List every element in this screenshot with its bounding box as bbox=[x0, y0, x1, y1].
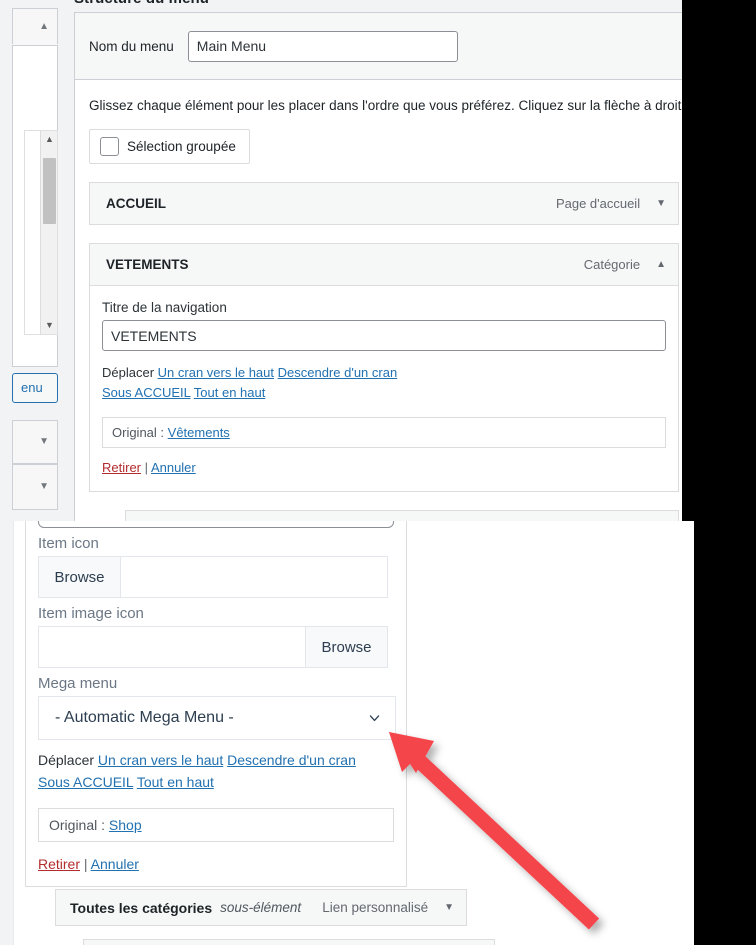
menu-name-input[interactable] bbox=[187, 30, 458, 62]
item-icon-value-field[interactable] bbox=[121, 557, 387, 597]
scrollbar-thumb[interactable] bbox=[43, 158, 56, 224]
menu-item-vetements-header[interactable]: VETEMENTS Catégorie ▲ bbox=[90, 244, 678, 285]
original-link-box: Original : Vêtements bbox=[102, 417, 666, 449]
item-image-icon-field-group[interactable]: Browse bbox=[38, 626, 388, 668]
nav-label-input[interactable] bbox=[102, 320, 666, 351]
rail-metabox-3-header[interactable]: ▼ bbox=[13, 465, 57, 509]
menu-item-toutes-les-categories[interactable]: Toutes les catégories sous-élément Lien … bbox=[55, 889, 467, 926]
move-up-link[interactable]: Un cran vers le haut bbox=[98, 752, 223, 768]
menu-item-title: VETEMENTS bbox=[106, 257, 189, 272]
remove-item-link[interactable]: Retirer bbox=[38, 856, 80, 872]
move-to-top-link[interactable]: Tout en haut bbox=[194, 385, 266, 400]
menu-item-accessoires[interactable]: ACCESSOIRES sous-élément Catégorie ▼ bbox=[125, 510, 679, 521]
menu-name-row: Nom du menu bbox=[75, 13, 682, 80]
menu-item-sub-label: sous-élément bbox=[220, 900, 302, 915]
cancel-edit-link[interactable]: Annuler bbox=[151, 460, 196, 475]
original-link[interactable]: Shop bbox=[109, 817, 142, 833]
actions-separator: | bbox=[144, 460, 149, 476]
item-image-icon-browse-button[interactable]: Browse bbox=[305, 627, 387, 667]
original-link[interactable]: Vêtements bbox=[168, 425, 230, 440]
bulk-select-label: Sélection groupée bbox=[127, 139, 236, 154]
cancel-edit-link[interactable]: Annuler bbox=[91, 856, 139, 872]
move-down-link[interactable]: Descendre d'un cran bbox=[227, 752, 356, 768]
item-icon-field-group[interactable]: Browse bbox=[38, 556, 388, 598]
drag-instructions-text: Glissez chaque élément pour les placer d… bbox=[89, 98, 682, 113]
original-link-box: Original : Shop bbox=[38, 807, 394, 842]
original-label: Original : bbox=[49, 816, 106, 833]
menu-item-accessoires-header[interactable]: ACCESSOIRES sous-élément Catégorie ▼ bbox=[126, 511, 678, 521]
window-left-gutter bbox=[0, 521, 14, 945]
menu-item-type: Lien personnalisé bbox=[322, 900, 429, 915]
menu-item-title: Toutes les catégories bbox=[70, 899, 213, 916]
chevron-up-icon[interactable]: ▲ bbox=[656, 259, 666, 270]
rail-metabox-2[interactable]: ▼ bbox=[12, 420, 58, 464]
rail-metabox-1-header[interactable]: ▲ bbox=[13, 9, 57, 45]
move-under-link[interactable]: Sous ACCUEIL bbox=[38, 774, 133, 790]
move-up-link[interactable]: Un cran vers le haut bbox=[158, 365, 274, 380]
add-to-menu-button[interactable]: enu bbox=[12, 373, 58, 403]
rail-metabox-3[interactable]: ▼ bbox=[12, 464, 58, 510]
move-prefix-label: Déplacer bbox=[38, 752, 95, 768]
move-prefix-label: Déplacer bbox=[102, 365, 155, 380]
menu-item-accueil[interactable]: ACCUEIL Page d'accueil ▼ bbox=[89, 182, 679, 225]
bulk-select-toggle[interactable]: Sélection groupée bbox=[89, 129, 250, 164]
mega-menu-selected-value: - Automatic Mega Menu - bbox=[55, 709, 234, 726]
bulk-select-checkbox[interactable] bbox=[100, 137, 119, 156]
rail-metabox-1[interactable]: ▲ bbox=[12, 8, 58, 45]
item-actions-row: Retirer | Annuler bbox=[38, 856, 394, 872]
original-label: Original : bbox=[112, 425, 165, 441]
menu-structure-body: Glissez chaque élément pour les placer d… bbox=[75, 80, 682, 521]
menu-name-label: Nom du menu bbox=[89, 38, 174, 54]
wordpress-menus-window: ▲ ▲ ▼ enu ▼ ▼ Structure du menu bbox=[0, 0, 682, 521]
chevron-up-icon: ▲ bbox=[39, 21, 49, 32]
menu-item-type: Catégorie bbox=[583, 257, 641, 272]
move-under-link[interactable]: Sous ACCUEIL bbox=[102, 385, 190, 400]
menu-item-detail-window: Item icon Browse Item image icon Browse … bbox=[0, 521, 694, 945]
chevron-down-icon bbox=[369, 715, 380, 722]
nav-label-field-label: Titre de la navigation bbox=[102, 300, 227, 315]
move-links-row: Déplacer Un cran vers le haut Descendre … bbox=[102, 363, 666, 403]
move-to-top-link[interactable]: Tout en haut bbox=[137, 774, 214, 790]
rail-term-checklist[interactable]: ▲ ▼ bbox=[24, 130, 58, 335]
rail-metabox-2-header[interactable]: ▼ bbox=[13, 421, 57, 463]
menu-item-vetements[interactable]: VETEMENTS Catégorie ▲ Titre de la naviga… bbox=[89, 243, 679, 493]
actions-separator: | bbox=[83, 855, 88, 872]
menu-item-vetements-body: Titre de la navigation Déplacer Un cran … bbox=[90, 285, 678, 492]
scroll-down-icon[interactable]: ▼ bbox=[41, 317, 58, 334]
menu-structure-panel: Nom du menu Glissez chaque élément pour … bbox=[74, 12, 682, 521]
scroll-up-icon[interactable]: ▲ bbox=[41, 131, 58, 148]
chevron-down-icon: ▼ bbox=[39, 436, 49, 447]
chevron-down-icon: ▼ bbox=[39, 481, 49, 492]
mega-menu-select[interactable]: - Automatic Mega Menu - bbox=[38, 696, 396, 740]
item-actions-row: Retirer | Annuler bbox=[102, 460, 666, 475]
menu-item-accueil-header[interactable]: ACCUEIL Page d'accueil ▼ bbox=[90, 183, 678, 224]
mega-menu-label: Mega menu bbox=[38, 675, 118, 692]
item-icon-label: Item icon bbox=[38, 535, 99, 552]
nav-label-input-clipped[interactable] bbox=[38, 521, 394, 528]
menu-item-title: ACCUEIL bbox=[106, 196, 166, 211]
checklist-scrollbar[interactable]: ▲ ▼ bbox=[40, 131, 57, 334]
item-icon-browse-button[interactable]: Browse bbox=[39, 557, 121, 597]
chevron-down-icon[interactable]: ▼ bbox=[444, 902, 454, 913]
page-title: Structure du menu bbox=[74, 0, 209, 7]
move-links-row: Déplacer Un cran vers le haut Descendre … bbox=[38, 749, 394, 794]
menu-item-shop-panel: Item icon Browse Item image icon Browse … bbox=[25, 521, 407, 887]
remove-item-link[interactable]: Retirer bbox=[102, 460, 141, 475]
menu-item-next-partial[interactable] bbox=[83, 939, 495, 945]
chevron-down-icon[interactable]: ▼ bbox=[656, 198, 666, 209]
item-image-icon-label: Item image icon bbox=[38, 605, 144, 622]
left-metabox-rail: ▲ ▲ ▼ enu ▼ ▼ bbox=[0, 8, 58, 521]
menu-item-type: Page d'accueil bbox=[555, 196, 641, 211]
move-down-link[interactable]: Descendre d'un cran bbox=[278, 365, 398, 380]
item-image-icon-value-field[interactable] bbox=[39, 627, 305, 667]
